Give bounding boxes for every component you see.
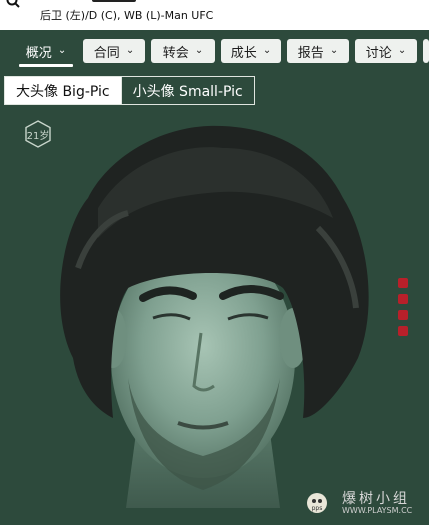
tab-label: 转会 xyxy=(162,45,189,61)
tab-overview[interactable]: 概况 ⌄ xyxy=(15,39,77,67)
chevron-down-icon: ⌄ xyxy=(57,44,67,56)
tab-contract[interactable]: 合同 ⌄ xyxy=(83,39,145,63)
player-portrait xyxy=(60,125,369,508)
chevron-down-icon: ⌄ xyxy=(125,44,135,56)
tab-label: 报告 xyxy=(297,45,324,61)
tab-discussion[interactable]: 讨论 ⌄ xyxy=(355,39,417,63)
tab-more-partial[interactable] xyxy=(423,39,429,63)
tab-label: 讨论 xyxy=(365,45,392,61)
chevron-down-icon: ⌄ xyxy=(397,44,407,56)
age-label: 21岁 xyxy=(26,131,50,142)
watermark: pps 爆树小组 WWW.PLAYSM.CC xyxy=(306,488,424,518)
marker-4 xyxy=(398,326,408,336)
tab-label: 合同 xyxy=(93,45,120,61)
side-markers xyxy=(398,278,408,342)
chevron-down-icon: ⌄ xyxy=(262,44,272,56)
chevron-down-icon: ⌄ xyxy=(329,44,339,56)
player-name-partial xyxy=(92,0,136,2)
player-positions: 后卫 (左)/D (C), WB (L)-Man UFC xyxy=(40,9,214,22)
active-tab-indicator xyxy=(19,64,73,67)
watermark-text: 爆树小组 xyxy=(342,491,410,507)
age-badge: 21岁 xyxy=(24,120,52,148)
tab-reports[interactable]: 报告 ⌄ xyxy=(287,39,349,63)
search-icon[interactable] xyxy=(6,0,20,8)
tab-development[interactable]: 成长 ⌄ xyxy=(221,39,281,63)
marker-3 xyxy=(398,310,408,320)
small-pic-option[interactable]: 小头像 Small-Pic xyxy=(120,77,254,104)
tab-label: 概况 xyxy=(25,45,52,61)
marker-1 xyxy=(398,278,408,288)
marker-2 xyxy=(398,294,408,304)
player-header: 后卫 (左)/D (C), WB (L)-Man UFC xyxy=(0,0,429,30)
tab-label: 成长 xyxy=(230,45,257,61)
mascot-label: pps xyxy=(312,505,323,512)
watermark-url: WWW.PLAYSM.CC xyxy=(342,506,413,515)
mascot-icon: pps xyxy=(307,493,327,513)
portrait-size-toggle: 大头像 Big-Pic 小头像 Small-Pic xyxy=(4,76,255,105)
chevron-down-icon: ⌄ xyxy=(194,44,204,56)
big-pic-option[interactable]: 大头像 Big-Pic xyxy=(5,77,121,104)
tab-transfer[interactable]: 转会 ⌄ xyxy=(151,39,215,63)
